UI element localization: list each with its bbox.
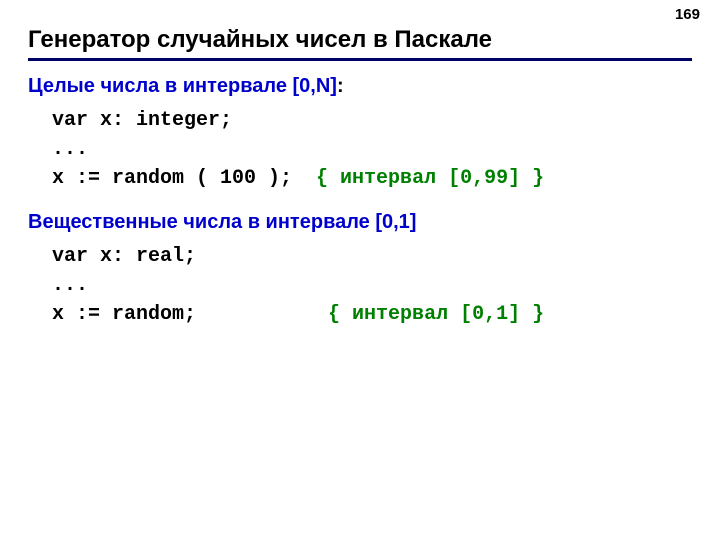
code2-line1: var x: real;	[52, 245, 196, 268]
code-block-1: var x: integer; ... x := random ( 100 );…	[52, 106, 692, 193]
slide: 169 Генератор случайных чисел в Паскале …	[0, 0, 720, 540]
code1-line3-stmt: x := random ( 100 );	[52, 167, 316, 190]
section-2-heading-blue: Вещественные числа в интервале [0,1]	[28, 211, 416, 233]
section-1-heading: Целые числа в интервале [0,N]:	[28, 75, 692, 98]
page-title: Генератор случайных чисел в Паскале	[28, 26, 692, 54]
section-1-heading-blue: Целые числа в интервале [0,N]	[28, 75, 337, 97]
code2-line2: ...	[52, 274, 88, 297]
page-number: 169	[675, 6, 700, 23]
code1-line2: ...	[52, 138, 88, 161]
section-1-heading-colon: :	[337, 75, 344, 97]
code2-line3-stmt: x := random;	[52, 303, 328, 326]
code-block-2: var x: real; ... x := random; { интервал…	[52, 242, 692, 329]
title-divider	[28, 58, 692, 61]
code2-line3-comment: { интервал [0,1] }	[328, 303, 544, 326]
code1-line3-comment: { интервал [0,99] }	[316, 167, 544, 190]
code1-line1: var x: integer;	[52, 109, 232, 132]
section-2-heading: Вещественные числа в интервале [0,1]	[28, 211, 692, 234]
